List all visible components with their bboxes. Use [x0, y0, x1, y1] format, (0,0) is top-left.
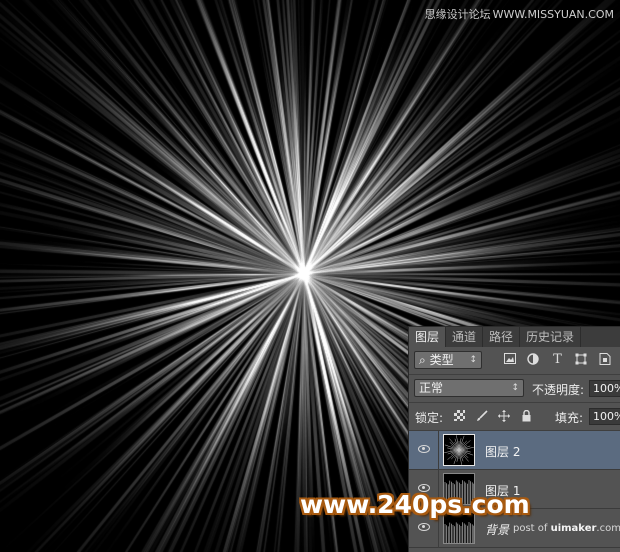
tab-channels[interactable]: 通道: [446, 327, 484, 347]
tab-layers[interactable]: 图层: [409, 327, 447, 347]
lock-paint-icon[interactable]: [476, 410, 488, 422]
panel-tabs: 图层 通道 路径 历史记录: [409, 327, 620, 347]
credit-watermark: post of uimaker.com: [513, 523, 620, 534]
image-filter-icon[interactable]: [503, 353, 516, 366]
watermark-site: WWW.MISSYUAN.COM: [492, 8, 614, 21]
filter-kind-label: 类型: [429, 353, 454, 367]
search-icon: ⌕: [419, 353, 426, 367]
blend-mode-value: 正常: [419, 381, 444, 395]
lock-label: 锁定:: [415, 411, 444, 425]
filter-kind-select[interactable]: ⌕ 类型 ↕: [414, 351, 482, 369]
eye-icon: [418, 445, 430, 453]
lock-transparent-icon[interactable]: [453, 410, 465, 422]
watermark-cn: 思缘设计论坛: [424, 8, 491, 21]
layer-thumbnail: [443, 434, 475, 466]
layer-name: 图层 2: [485, 445, 521, 459]
fill-label: 填充:: [555, 411, 584, 425]
watermark-top: 思缘设计论坛 WWW.MISSYUAN.COM: [425, 6, 614, 22]
credit-site: uimaker: [550, 523, 597, 534]
layer-name: 背景: [485, 523, 510, 537]
tab-history[interactable]: 历史记录: [520, 327, 582, 347]
opacity-input[interactable]: 100%: [589, 380, 620, 397]
layer-row-layer2[interactable]: 图层 2: [409, 431, 620, 470]
smart-object-filter-icon[interactable]: [598, 353, 611, 366]
brand-watermark: www.240ps.com: [300, 490, 530, 519]
adjustment-filter-icon[interactable]: [526, 353, 539, 366]
chevron-updown-icon: ↕: [469, 355, 477, 365]
tab-paths[interactable]: 路径: [483, 327, 521, 347]
credit-suffix: .com: [596, 523, 620, 534]
opacity-label: 不透明度:: [532, 383, 585, 397]
credit-prefix: post of: [513, 523, 551, 534]
eye-icon: [418, 523, 430, 531]
type-filter-icon[interactable]: T: [551, 353, 564, 366]
lock-all-icon[interactable]: [520, 409, 532, 422]
lock-move-icon[interactable]: [498, 410, 510, 422]
shape-filter-icon[interactable]: [574, 353, 587, 366]
blend-row: 正常 ↕ 不透明度: 100%: [409, 375, 620, 403]
blend-mode-select[interactable]: 正常 ↕: [414, 379, 524, 397]
filter-row: ⌕ 类型 ↕ T: [409, 347, 620, 375]
lock-row: 锁定: 填充: 100%: [409, 403, 620, 431]
chevron-updown-icon: ↕: [511, 383, 519, 393]
fill-input[interactable]: 100%: [589, 408, 620, 425]
visibility-toggle[interactable]: [409, 431, 439, 470]
